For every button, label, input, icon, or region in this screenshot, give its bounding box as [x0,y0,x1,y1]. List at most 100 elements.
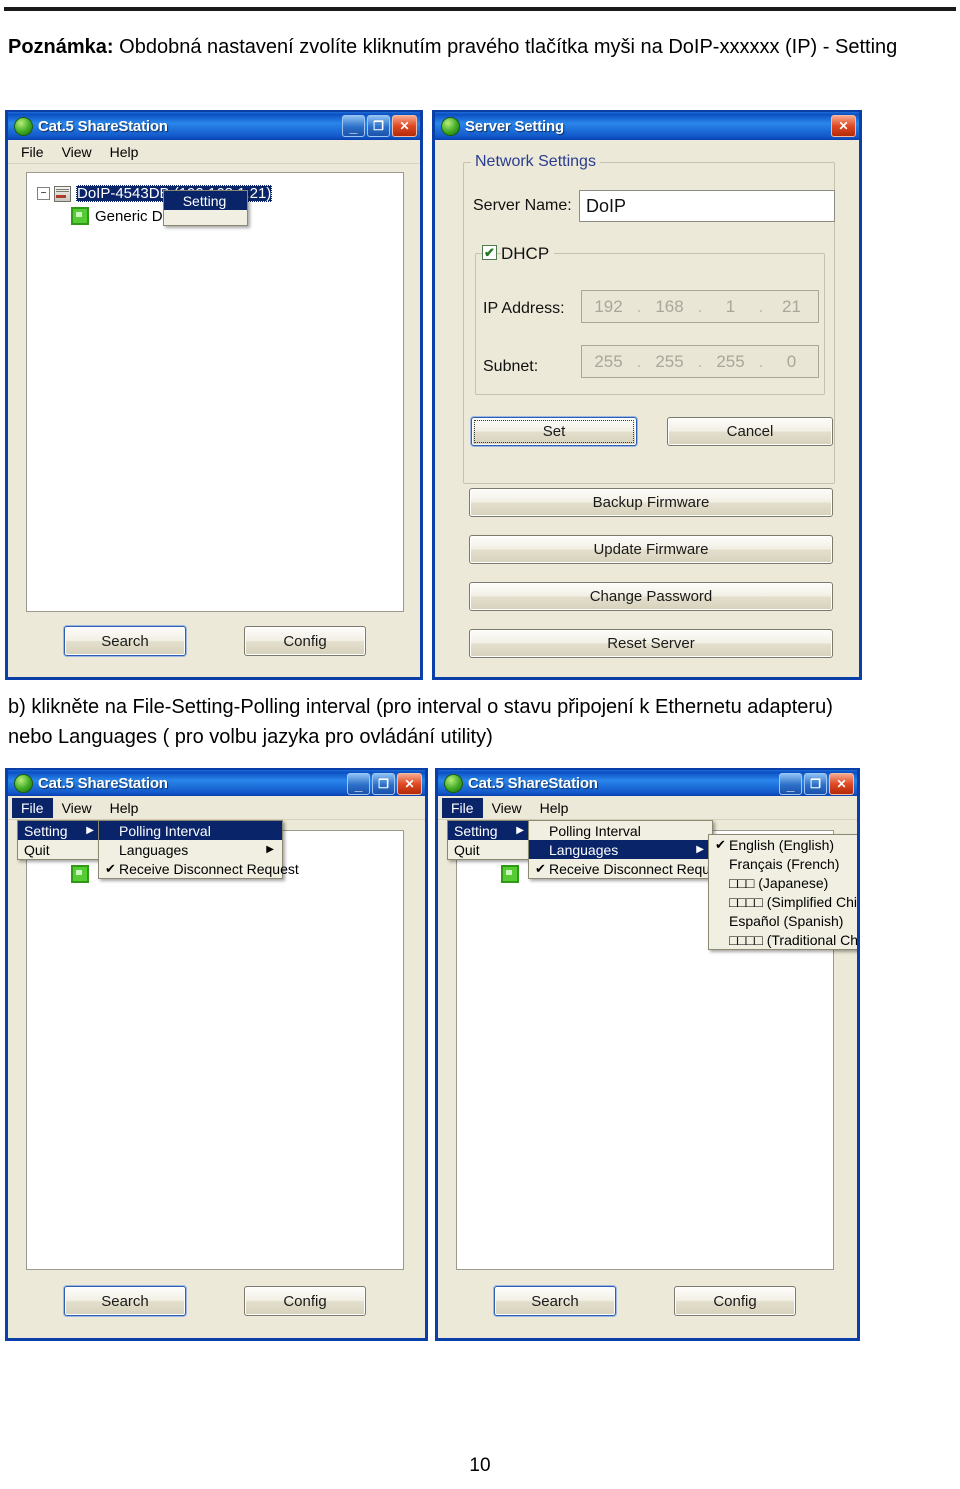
set-button[interactable]: Set [471,417,637,446]
submenu-item-languages[interactable]: Languages ▶ [99,840,282,859]
update-firmware-button[interactable]: Update Firmware [469,535,833,564]
close-button[interactable]: ✕ [831,115,856,137]
setting-submenu: Polling Interval Languages ▶ ✔ Receive D… [98,820,299,879]
titlebar[interactable]: Cat.5 ShareStation _ ❐ ✕ [8,768,425,796]
app-logo-icon [444,773,463,793]
server-name-input[interactable]: DoIP [579,190,835,222]
backup-firmware-button[interactable]: Backup Firmware [469,488,833,517]
cancel-button[interactable]: Cancel [667,417,833,446]
subnet-input[interactable]: 255 . 255 . 255 . 0 [581,345,819,378]
window-sharestation-bottom-left: Cat.5 ShareStation _ ❐ ✕ File View Help … [5,768,428,1341]
config-button[interactable]: Config [244,626,366,656]
submenu-item-polling-interval[interactable]: Polling Interval [529,821,712,840]
close-button[interactable]: ✕ [392,115,417,137]
menu-help[interactable]: Help [101,142,148,162]
menu-file[interactable]: File [12,797,53,818]
maximize-icon: ❐ [810,777,821,791]
generic-device-icon [71,865,89,883]
minimize-button[interactable]: _ [347,773,370,795]
close-icon: ✕ [836,777,847,791]
ip-octet-1: 192 [594,296,623,316]
submenu-item-receive-disconnect-request-label: Receive Disconnect Request [119,860,299,877]
search-button[interactable]: Search [64,1286,186,1316]
menu-file[interactable]: File [442,797,483,818]
tree-node-child-label: Generic D [95,207,163,225]
maximize-button[interactable]: ❐ [367,115,390,137]
tree-node-child[interactable] [71,865,95,883]
menubar: File View Help [438,796,857,820]
file-menu-item-setting[interactable]: Setting ▶ [448,821,532,840]
titlebar-buttons: _ ❐ ✕ [342,115,417,137]
minimize-button[interactable]: _ [779,773,802,795]
tree-node-child[interactable]: Generic D [71,207,163,225]
ip-address-input[interactable]: 192 . 168 . 1 . 21 [581,290,819,323]
file-menu-item-quit[interactable]: Quit [18,840,102,859]
titlebar[interactable]: Cat.5 ShareStation _ ❐ ✕ [8,110,420,140]
app-logo-icon [14,773,33,793]
window-title: Cat.5 ShareStation [468,774,598,792]
menu-view[interactable]: View [53,142,101,162]
search-button[interactable]: Search [494,1286,616,1316]
bottom-button-row: Search Config [64,1286,366,1316]
context-menu-setting: Setting [163,190,248,226]
context-menu-item-setting[interactable]: Setting [164,191,247,210]
app-logo-icon [14,116,33,136]
file-menu-item-quit[interactable]: Quit [448,840,532,859]
file-menu-item-setting[interactable]: Setting ▶ [18,821,102,840]
file-menu: Setting ▶ Quit [17,820,103,860]
submenu-item-receive-disconnect-request[interactable]: ✔ Receive Disconnect Request [99,859,299,878]
dhcp-checkbox[interactable]: ✔ [482,245,497,260]
document-page: Poznámka: Obdobná nastavení zvolíte klik… [0,0,960,1489]
note-body: Obdobná nastavení zvolíte kliknutím prav… [113,36,898,58]
titlebar[interactable]: Cat.5 ShareStation _ ❐ ✕ [438,768,857,796]
menu-help[interactable]: Help [531,798,578,818]
language-item-japanese[interactable]: □□□ (Japanese) [709,873,857,892]
language-item-traditional-chinese[interactable]: □□□□ (Traditional Chinese) [709,930,857,949]
menubar: File View Help [8,796,425,820]
menu-view[interactable]: View [483,798,531,818]
language-item-french[interactable]: Français (French) [709,854,857,873]
maximize-button[interactable]: ❐ [804,773,827,795]
menu-file[interactable]: File [12,142,53,162]
tree-node-child[interactable] [501,865,525,883]
change-password-button[interactable]: Change Password [469,582,833,611]
submenu-item-polling-interval[interactable]: Polling Interval [99,821,282,840]
minimize-button[interactable]: _ [342,115,365,137]
device-tree[interactable] [26,830,404,1270]
languages-submenu: ✔ English (English) Français (French) □□… [708,834,857,950]
config-button[interactable]: Config [244,1286,366,1316]
dhcp-label: DHCP [501,244,555,264]
submenu-item-receive-disconnect-request[interactable]: ✔ Receive Disconnect Request [529,859,729,878]
search-button[interactable]: Search [64,626,186,656]
reset-server-button[interactable]: Reset Server [469,629,833,658]
close-button[interactable]: ✕ [829,773,854,795]
language-item-english[interactable]: ✔ English (English) [709,835,857,854]
file-menu-item-quit-label: Quit [24,841,50,858]
generic-device-icon [71,207,89,225]
menu-view[interactable]: View [53,798,101,818]
config-button[interactable]: Config [674,1286,796,1316]
ip-dot-2: . [697,296,703,316]
setting-submenu: Polling Interval Languages ▶ ✔ Receive D… [528,820,729,879]
context-menu-item-setting-label: Setting [182,192,227,209]
subnet-label: Subnet: [483,358,539,375]
submenu-item-polling-interval-label: Polling Interval [119,822,211,839]
file-menu-item-setting-label: Setting [454,822,498,839]
menu-help[interactable]: Help [101,798,148,818]
chevron-right-icon: ▶ [266,844,274,855]
titlebar-buttons: ✕ [831,115,856,137]
language-item-simplified-chinese[interactable]: □□□□ (Simplified Chinese) [709,892,857,911]
submenu-item-polling-interval-label: Polling Interval [549,822,641,839]
chevron-right-icon: ▶ [696,844,704,855]
subnet-octet-3: 255 [716,351,745,371]
language-item-japanese-label: □□□ (Japanese) [729,874,829,891]
language-item-spanish[interactable]: Español (Spanish) [709,911,857,930]
close-button[interactable]: ✕ [397,773,422,795]
maximize-button[interactable]: ❐ [372,773,395,795]
receive-disconnect-check-icon: ✔ [535,860,546,876]
submenu-item-languages[interactable]: Languages ▶ [529,840,712,859]
header-rule [4,7,956,11]
device-tree[interactable]: − DoIP-4543DB (192.168.1.21) Generic D [26,172,404,612]
titlebar[interactable]: Server Setting ✕ [435,110,859,140]
expander-icon[interactable]: − [37,187,50,200]
